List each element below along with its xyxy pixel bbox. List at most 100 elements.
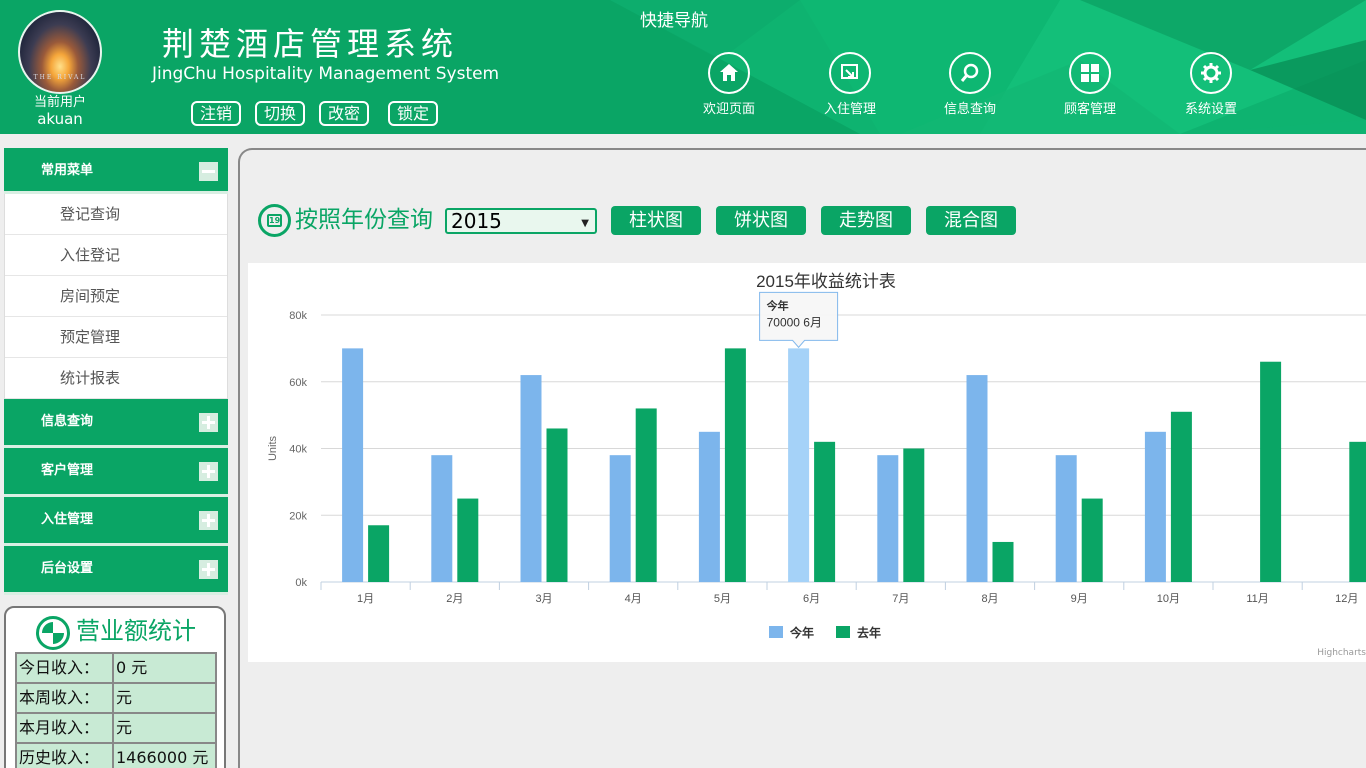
menu-backend-label: 后台设置 [41, 561, 94, 576]
chart-bar [520, 375, 542, 582]
x-tick-label: 9月 [1071, 593, 1088, 605]
table-row: 历史收入： 1466000 元 [15, 742, 217, 768]
revenue-key: 历史收入： [15, 742, 114, 768]
chart-bar [788, 348, 810, 582]
header: THE RIVAL 当前用户 akuan 荆楚酒店管理系统 JingChu Ho… [0, 0, 1366, 134]
chart-bar [966, 375, 988, 582]
y-tick-label: 0k [295, 577, 307, 589]
expand-icon[interactable] [199, 511, 218, 530]
pie-chart-button[interactable]: 饼状图 [716, 206, 806, 235]
menu-backend[interactable]: 后台设置 [4, 546, 228, 595]
x-tick-label: 3月 [535, 593, 552, 605]
sidebar-item-booking-manage[interactable]: 预定管理 [5, 317, 227, 358]
chart-bar [635, 408, 657, 582]
menu-checkin[interactable]: 入住管理 [4, 497, 228, 546]
legend-swatch [836, 626, 850, 638]
chart-credit[interactable]: Highcharts [1317, 648, 1366, 658]
search-icon [949, 52, 991, 94]
x-tick-label: 5月 [714, 593, 731, 605]
sidebar: 常用菜单 登记查询 入住登记 房间预定 预定管理 统计报表 信息查询 客户管理 … [4, 148, 228, 595]
chart-bar [1081, 498, 1103, 582]
chart-bar [698, 431, 720, 582]
revenue-panel: 营业额统计 今日收入： 0 元 本周收入：元 本月收入：元 历史收入： 146600… [4, 606, 226, 768]
expand-icon[interactable] [199, 462, 218, 481]
legend-label: 今年 [789, 625, 814, 640]
system-title: 荆楚酒店管理系统 [162, 25, 459, 63]
current-user-name: akuan [37, 110, 83, 128]
y-tick-label: 60k [289, 377, 307, 389]
revenue-chart: 2015年收益统计表 0k 20k 40k 60k 80k Units 1月 2月 3月 4月 5月 6… [248, 263, 1366, 662]
change-password-button[interactable]: 改密 [319, 101, 369, 126]
y-tick-label: 80k [289, 310, 307, 322]
chart-bar [903, 448, 925, 582]
chart-bar [1349, 441, 1366, 582]
x-tick-label: 10月 [1157, 593, 1180, 605]
collapse-icon[interactable] [199, 162, 218, 181]
checkin-icon [829, 52, 871, 94]
x-tick-label: 1月 [357, 593, 374, 605]
chart-title: 2015年收益统计表 [756, 272, 896, 291]
y-axis-label: Units [267, 435, 279, 461]
home-icon [708, 52, 750, 94]
sidebar-item-room-booking[interactable]: 房间预定 [5, 276, 227, 317]
avatar-caption: THE RIVAL [33, 74, 87, 81]
sidebar-item-checkin-register[interactable]: 入住登记 [5, 235, 227, 276]
x-tick-label: 4月 [625, 593, 642, 605]
expand-icon[interactable] [199, 560, 218, 579]
revenue-value: 元 [112, 712, 217, 744]
gear-icon [1190, 52, 1232, 94]
table-row: 本周收入：元 [15, 682, 217, 714]
nav-customer[interactable]: 顾客管理 [1045, 52, 1135, 118]
sidebar-item-stat-report[interactable]: 统计报表 [5, 358, 227, 399]
year-select[interactable]: 2015 ▼ [445, 208, 597, 234]
logout-button[interactable]: 注销 [191, 101, 241, 126]
expand-icon[interactable] [199, 413, 218, 432]
revenue-key: 本月收入： [15, 712, 114, 744]
chart-bar [1144, 431, 1166, 582]
chart-svg: 2015年收益统计表 0k 20k 40k 60k 80k Units 1月 2月 3月 4月 5月 6… [267, 272, 1366, 640]
menu-common[interactable]: 常用菜单 [4, 148, 228, 194]
x-tick-label: 7月 [892, 593, 909, 605]
year-query-label: 按照年份查询 [295, 207, 433, 233]
tooltip-series: 今年 [766, 298, 789, 312]
nav-welcome-label: 欢迎页面 [702, 102, 755, 117]
mixed-chart-button[interactable]: 混合图 [926, 206, 1016, 235]
legend-label: 去年 [857, 625, 881, 640]
menu-customer[interactable]: 客户管理 [4, 448, 228, 497]
switch-user-button[interactable]: 切换 [255, 101, 305, 126]
dropdown-arrow-icon: ▼ [581, 218, 589, 229]
chart-bar [877, 455, 899, 582]
revenue-table: 今日收入： 0 元 本周收入：元 本月收入：元 历史收入： 1466000 元 [15, 652, 217, 768]
chart-bar [1260, 361, 1282, 582]
x-tick-label: 6月 [803, 593, 820, 605]
pie-chart-icon [36, 616, 70, 650]
menu-common-items: 登记查询 入住登记 房间预定 预定管理 统计报表 [4, 194, 228, 399]
revenue-key: 今日收入： [15, 652, 114, 684]
revenue-value: 元 [112, 682, 217, 714]
nav-info-query[interactable]: 信息查询 [925, 52, 1015, 118]
table-row: 今日收入： 0 元 [15, 652, 217, 684]
nav-welcome[interactable]: 欢迎页面 [684, 52, 774, 118]
chart-bar [814, 441, 836, 582]
nav-checkin-label: 入住管理 [823, 102, 876, 117]
nav-settings[interactable]: 系统设置 [1166, 52, 1256, 118]
tooltip-value: 70000 6月 [767, 315, 822, 329]
menu-info-query-label: 信息查询 [41, 414, 94, 429]
current-user-label: 当前用户 [33, 95, 86, 110]
chart-bar [546, 428, 568, 582]
y-tick-label: 40k [289, 444, 307, 456]
nav-checkin[interactable]: 入住管理 [805, 52, 895, 118]
lock-button[interactable]: 锁定 [388, 101, 438, 126]
trend-chart-button[interactable]: 走势图 [821, 206, 911, 235]
x-tick-label: 8月 [981, 593, 998, 605]
menu-info-query[interactable]: 信息查询 [4, 399, 228, 448]
sidebar-item-register-query[interactable]: 登记查询 [5, 194, 227, 235]
x-tick-label: 2月 [446, 593, 463, 605]
bar-chart-button[interactable]: 柱状图 [611, 206, 701, 235]
menu-customer-label: 客户管理 [41, 463, 94, 478]
revenue-value: 1466000 元 [112, 742, 217, 768]
x-tick-label: 12月 [1335, 593, 1358, 605]
grid-icon [1069, 52, 1111, 94]
quick-nav-title: 快捷导航 [640, 11, 708, 31]
revenue-key: 本周收入： [15, 682, 114, 714]
